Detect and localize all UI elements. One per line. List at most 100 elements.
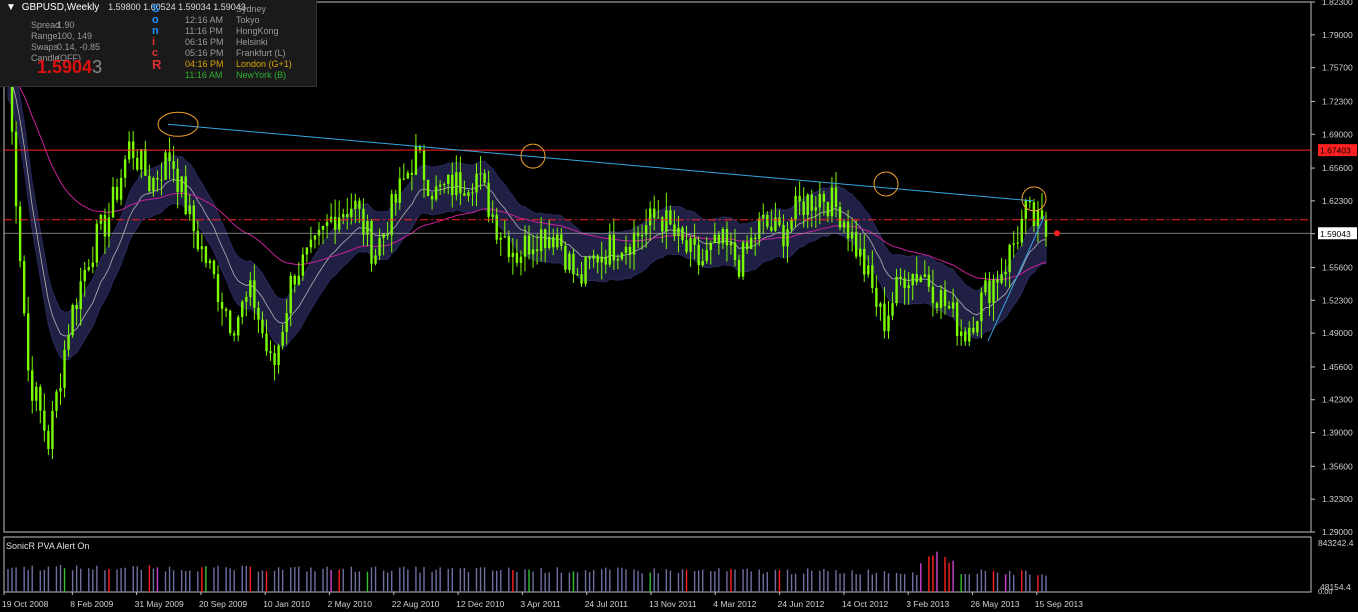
- candle: [879, 301, 882, 321]
- candle-body: [67, 335, 70, 350]
- candle-body: [834, 187, 838, 207]
- candle-body: [1004, 272, 1007, 275]
- candle: [1012, 231, 1015, 258]
- candle: [127, 131, 131, 164]
- candle-body: [463, 193, 466, 196]
- candle-body: [358, 200, 361, 209]
- candle-body: [1020, 218, 1023, 243]
- x-tick-label: 26 May 2013: [971, 599, 1020, 609]
- candle-body: [899, 276, 902, 279]
- candle-body: [172, 161, 175, 169]
- candle-body: [778, 217, 781, 226]
- volume-histogram: [7, 551, 1047, 592]
- candle-body: [22, 261, 26, 314]
- candle: [1024, 198, 1028, 235]
- candle: [584, 255, 587, 287]
- candle-body: [548, 237, 551, 249]
- session-time: 05:16 PM: [185, 48, 224, 58]
- subwindow-title: SonicR PVA Alert On: [6, 541, 90, 551]
- candle-body: [753, 237, 757, 239]
- candle-body: [1000, 274, 1003, 283]
- candle-body: [111, 186, 115, 218]
- candle-body: [378, 237, 381, 256]
- candle-body: [806, 194, 809, 215]
- candle-body: [184, 176, 187, 215]
- candle-body: [261, 319, 264, 334]
- y-tick-label: 1.72300: [1322, 96, 1353, 106]
- candle-body: [83, 269, 86, 282]
- candle-body: [321, 225, 325, 230]
- candle-body: [883, 303, 886, 332]
- session-city: London (G+1): [236, 59, 292, 69]
- candle-body: [228, 310, 232, 334]
- candle-body: [313, 235, 317, 240]
- candle-body: [289, 275, 292, 314]
- spread-row: Spread 1.90: [31, 20, 75, 31]
- candle-body: [241, 301, 244, 317]
- candle: [313, 234, 317, 249]
- candle-body: [927, 274, 931, 287]
- candle-body: [152, 178, 155, 192]
- candle-body: [665, 210, 668, 232]
- x-tick-label: 10 Jan 2010: [263, 599, 310, 609]
- candle-body: [830, 187, 834, 217]
- sonic-band: [7, 50, 1047, 361]
- candle-body: [354, 200, 357, 209]
- candle-body: [842, 221, 846, 228]
- candle-body: [55, 391, 58, 411]
- candle: [220, 292, 224, 326]
- candle: [95, 219, 99, 267]
- symbol-header[interactable]: ▼ GBPUSD,Weekly 1.59800 1.60524 1.59034 …: [6, 2, 246, 13]
- price-chart[interactable]: 1.82300 1.79000 1.75700 1.72300 1.69000 1.656…: [0, 0, 1358, 612]
- session-city: Tokyo: [236, 15, 260, 25]
- candle: [830, 177, 834, 223]
- candle-body: [628, 246, 632, 255]
- candle-body: [257, 307, 260, 320]
- candle-body: [43, 410, 46, 431]
- candle: [212, 259, 216, 279]
- candle-body: [721, 229, 725, 244]
- candle-body: [249, 280, 252, 297]
- candle-body: [564, 245, 567, 270]
- candle-body: [939, 290, 943, 308]
- candle-body: [786, 229, 789, 247]
- candle: [309, 226, 313, 254]
- candle-body: [822, 194, 826, 203]
- candle-body: [1032, 202, 1036, 226]
- candle-body: [560, 234, 563, 246]
- candle-body: [451, 174, 454, 196]
- candle-body: [838, 206, 842, 228]
- candle-body: [867, 265, 870, 275]
- candle: [228, 309, 232, 336]
- touch-circle: [873, 171, 899, 197]
- candle-body: [487, 182, 490, 217]
- candle: [39, 384, 42, 424]
- candle-body: [608, 234, 611, 265]
- candle-body: [782, 225, 785, 247]
- candle-body: [337, 217, 341, 230]
- candle-body: [515, 252, 519, 263]
- sonicr-letter: R: [152, 57, 162, 72]
- candle-body: [402, 178, 406, 180]
- candle-body: [467, 192, 470, 196]
- candle: [14, 121, 18, 224]
- candle: [208, 258, 212, 269]
- candle-body: [790, 219, 793, 230]
- candle-body: [475, 173, 478, 193]
- candle: [1016, 226, 1019, 250]
- candle-body: [168, 152, 171, 162]
- candle-body: [269, 351, 272, 354]
- candle-body: [919, 276, 922, 283]
- touch-circle: [157, 111, 199, 137]
- dropdown-arrow-icon[interactable]: ▼: [6, 2, 16, 13]
- candle-body: [220, 301, 224, 309]
- candle-body: [725, 229, 729, 246]
- candle-body: [653, 208, 656, 218]
- candle-body: [31, 370, 34, 401]
- candle: [241, 299, 244, 325]
- candle-body: [943, 290, 947, 306]
- x-tick-label: 14 Oct 2012: [842, 599, 889, 609]
- candle-body: [891, 303, 894, 316]
- candle: [59, 373, 62, 405]
- candle-body: [91, 262, 95, 268]
